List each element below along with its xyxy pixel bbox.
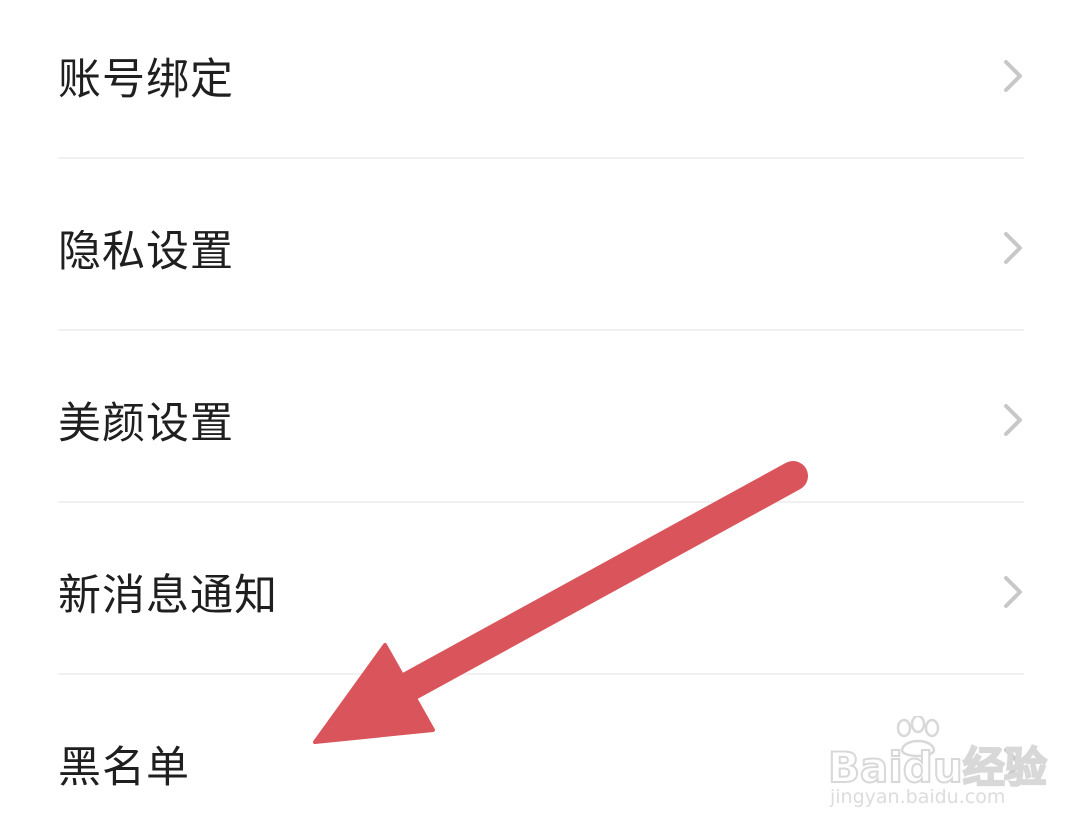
divider [58,501,1024,503]
chevron-right-icon [1004,404,1022,436]
settings-item-label: 隐私设置 [58,227,234,277]
settings-item-beauty[interactable]: 美颜设置 [0,334,1080,506]
divider [58,329,1024,331]
settings-item-privacy[interactable]: 隐私设置 [0,162,1080,334]
settings-item-new-message-notification[interactable]: 新消息通知 [0,506,1080,678]
divider [58,157,1024,159]
chevron-right-icon [1004,576,1022,608]
settings-item-label: 新消息通知 [58,571,278,621]
settings-item-blacklist[interactable]: 黑名单 [0,678,1080,836]
chevron-right-icon [1004,748,1022,780]
settings-list: 账号绑定 隐私设置 美颜设置 新消息通知 黑名单 [0,0,1080,836]
settings-item-label: 美颜设置 [58,399,234,449]
chevron-right-icon [1004,60,1022,92]
settings-item-label: 黑名单 [58,743,190,793]
chevron-right-icon [1004,232,1022,264]
settings-item-label: 账号绑定 [58,55,234,105]
settings-item-account-binding[interactable]: 账号绑定 [0,0,1080,162]
divider [58,673,1024,675]
